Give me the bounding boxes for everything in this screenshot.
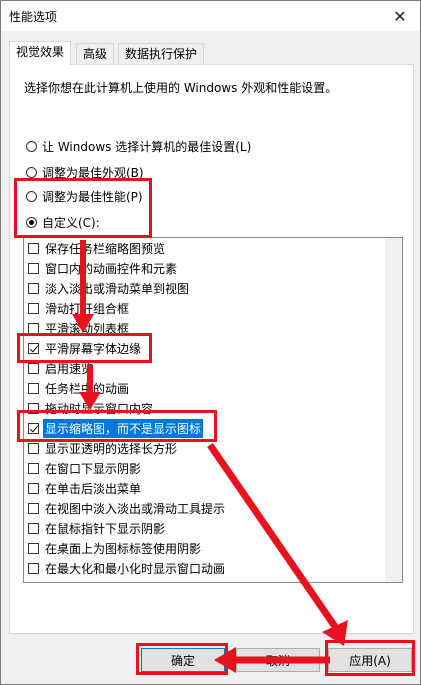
list-item[interactable]: 拖动时显示窗口内容 — [24, 398, 384, 418]
radio-let-windows-choose[interactable]: 让 Windows 选择计算机的最佳设置(L) — [26, 137, 251, 155]
ok-button[interactable]: 确定 — [141, 648, 225, 672]
radio-button[interactable] — [26, 140, 37, 152]
option-label: 窗口内的动画控件和元素 — [45, 261, 178, 276]
option-label: 淡入淡出或滑动菜单到视图 — [45, 281, 190, 296]
option-label: 显示亚透明的选择长方形 — [45, 441, 178, 456]
close-icon: ✕ — [393, 6, 407, 26]
checkbox[interactable] — [28, 442, 39, 454]
radio-best-appearance[interactable]: 调整为最佳外观(B) — [26, 163, 144, 181]
checkbox[interactable] — [28, 282, 39, 294]
radio-label: 调整为最佳外观(B) — [42, 165, 144, 180]
option-label: 任务栏中的动画 — [45, 381, 130, 396]
radio-label: 让 Windows 选择计算机的最佳设置(L) — [42, 139, 252, 154]
list-item[interactable]: 显示缩略图，而不是显示图标 — [24, 418, 384, 438]
list-item[interactable]: 在最大化和最小化时显示窗口动画 — [24, 558, 384, 578]
list-item[interactable]: 窗口内的动画控件和元素 — [24, 258, 384, 278]
option-label: 在窗口下显示阴影 — [45, 461, 142, 476]
list-item[interactable]: 在单击后淡出菜单 — [24, 478, 384, 498]
list-item[interactable]: 在鼠标指针下显示阴影 — [24, 518, 384, 538]
list-item[interactable]: 任务栏中的动画 — [24, 378, 384, 398]
close-button[interactable]: ✕ — [380, 1, 420, 31]
tab-dep[interactable]: 数据执行保护 — [118, 43, 205, 64]
radio-label: 调整为最佳性能(P) — [42, 189, 143, 204]
description-text: 选择你想在此计算机上使用的 Windows 外观和性能设置。 — [24, 81, 338, 95]
window-title: 性能选项 — [9, 10, 58, 24]
tab-visual-effects[interactable]: 视觉效果 — [9, 41, 72, 65]
list-item[interactable]: 显示亚透明的选择长方形 — [24, 438, 384, 458]
checkbox[interactable] — [28, 362, 39, 374]
checkbox[interactable] — [28, 262, 39, 274]
option-label: 平滑滚动列表框 — [45, 321, 130, 336]
list-item[interactable]: 在窗口下显示阴影 — [24, 458, 384, 478]
list-item[interactable]: 淡入淡出或滑动菜单到视图 — [24, 278, 384, 298]
list-scrollbar[interactable] — [385, 238, 402, 582]
list-item[interactable]: 平滑滚动列表框 — [24, 318, 384, 338]
checkbox[interactable] — [28, 242, 39, 254]
list-item[interactable]: 保存任务栏缩略图预览 — [24, 238, 384, 258]
checkbox[interactable] — [28, 302, 39, 314]
option-label: 拖动时显示窗口内容 — [45, 401, 154, 416]
checkbox[interactable] — [28, 542, 39, 554]
checkbox[interactable] — [28, 562, 39, 574]
list-item[interactable]: 滑动打开组合框 — [24, 298, 384, 318]
radio-button[interactable] — [26, 216, 37, 228]
list-item[interactable]: 启用速览 — [24, 358, 384, 378]
radio-best-performance[interactable]: 调整为最佳性能(P) — [26, 187, 143, 205]
radio-label: 自定义(C): — [42, 215, 100, 230]
list-item[interactable]: 平滑屏幕字体边缘 — [24, 338, 384, 358]
option-label: 在视图中淡入淡出或滑动工具提示 — [45, 501, 226, 516]
apply-button[interactable]: 应用(A) — [328, 648, 412, 672]
option-label: 在最大化和最小化时显示窗口动画 — [45, 561, 226, 576]
tab-advanced[interactable]: 高级 — [76, 43, 115, 64]
option-label: 在单击后淡出菜单 — [45, 481, 142, 496]
visual-effects-list[interactable]: 保存任务栏缩略图预览 窗口内的动画控件和元素 淡入淡出或滑动菜单到视图 滑动打开… — [23, 237, 403, 583]
checkbox[interactable] — [28, 462, 39, 474]
option-label: 启用速览 — [45, 361, 94, 376]
option-label: 显示缩略图，而不是显示图标 — [43, 418, 204, 438]
visual-effects-panel: 选择你想在此计算机上使用的 Windows 外观和性能设置。 让 Windows… — [9, 64, 414, 634]
option-label: 在桌面上为图标标签使用阴影 — [45, 541, 202, 556]
checkbox[interactable] — [28, 322, 39, 334]
performance-options-dialog: 性能选项 ✕ 视觉效果 高级 数据执行保护 选择你想在此计算机上使用的 Wind… — [0, 0, 421, 685]
radio-button[interactable] — [26, 190, 37, 202]
title-bar: 性能选项 ✕ — [1, 1, 420, 31]
checkbox[interactable] — [28, 422, 39, 434]
radio-custom[interactable]: 自定义(C): — [26, 213, 100, 231]
checkbox[interactable] — [28, 482, 39, 494]
radio-button[interactable] — [26, 166, 37, 178]
checkbox[interactable] — [28, 402, 39, 414]
checkbox[interactable] — [28, 502, 39, 514]
checkbox[interactable] — [28, 382, 39, 394]
checkbox[interactable] — [28, 342, 39, 354]
list-item[interactable]: 在视图中淡入淡出或滑动工具提示 — [24, 498, 384, 518]
cancel-button[interactable]: 取消 — [236, 648, 320, 672]
option-label: 在鼠标指针下显示阴影 — [45, 521, 166, 536]
list-item[interactable]: 在桌面上为图标标签使用阴影 — [24, 538, 384, 558]
checkbox[interactable] — [28, 522, 39, 534]
option-label: 保存任务栏缩略图预览 — [45, 241, 166, 256]
option-label: 滑动打开组合框 — [45, 301, 130, 316]
option-label: 平滑屏幕字体边缘 — [45, 341, 142, 356]
